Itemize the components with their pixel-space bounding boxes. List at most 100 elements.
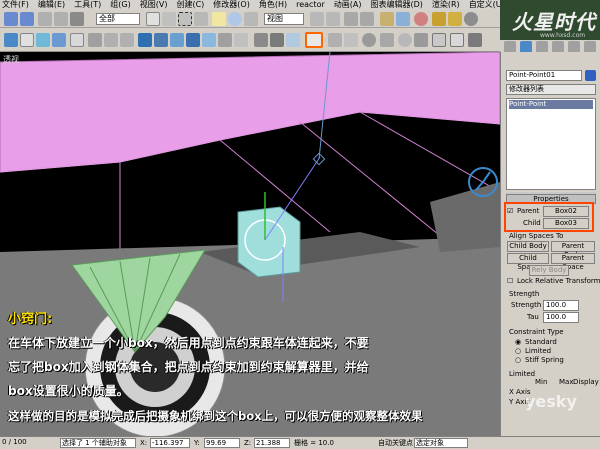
menu-item-1[interactable]: 编辑(E) xyxy=(38,0,65,10)
convexity-test-icon[interactable] xyxy=(344,33,358,47)
scene-svg xyxy=(0,52,500,436)
child-body-button[interactable]: Child Body xyxy=(507,241,549,252)
modifier-stack[interactable]: Point-Point xyxy=(506,98,596,190)
constraint-solver-icon[interactable] xyxy=(138,33,152,47)
material-editor-icon[interactable] xyxy=(414,12,428,26)
menu-item-4[interactable]: 视图(V) xyxy=(140,0,168,10)
lock-relative-checkbox[interactable]: ☐ xyxy=(507,277,513,286)
child-label: Child xyxy=(523,219,541,227)
mirror-icon[interactable] xyxy=(380,12,394,26)
perspective-viewport[interactable]: 透视 小窍门: 在车体下放建立一个小box，然后用点到点约束跟车体连起来，不要 … xyxy=(0,52,500,436)
plane-icon[interactable] xyxy=(88,33,102,47)
preview-animation-icon[interactable] xyxy=(362,33,376,47)
point-to-point-constraint-icon[interactable] xyxy=(186,33,200,47)
create-animation-icon[interactable] xyxy=(380,33,394,47)
link-icon[interactable] xyxy=(38,12,52,26)
menu-item-3[interactable]: 组(G) xyxy=(110,0,130,10)
angle-snap-icon[interactable] xyxy=(360,12,374,26)
z-label: Z: xyxy=(244,439,252,447)
frame-counter[interactable]: 0 / 100 xyxy=(2,436,27,448)
bind-space-warp-icon[interactable] xyxy=(70,12,84,26)
select-manipulate-icon[interactable] xyxy=(326,12,340,26)
motor-icon[interactable] xyxy=(270,33,284,47)
rectangular-selection-icon[interactable] xyxy=(178,12,192,26)
scale-icon[interactable] xyxy=(244,12,258,26)
menu-item-2[interactable]: 工具(T) xyxy=(74,0,101,10)
spring-icon[interactable] xyxy=(104,33,118,47)
y-coordinate-field[interactable]: 99.69 xyxy=(204,438,240,448)
undo-icon[interactable] xyxy=(4,12,18,26)
redo-icon[interactable] xyxy=(20,12,34,26)
child-space-button[interactable]: Child Space xyxy=(507,253,549,271)
cloth-collection-icon[interactable] xyxy=(20,33,34,47)
parent-checkbox[interactable]: ☑ xyxy=(507,207,513,216)
box-helper xyxy=(237,206,301,278)
tip-line-1: 在车体下放建立一个小box，然后用点到点约束跟车体连起来，不要 xyxy=(8,336,369,350)
select-object-icon[interactable] xyxy=(146,12,160,26)
viewport-label[interactable]: 透视 xyxy=(3,54,19,65)
parent-body-button[interactable]: Parent Body xyxy=(551,241,595,259)
parent-space-button[interactable]: Parent Space xyxy=(551,253,595,271)
pivot-center-icon[interactable] xyxy=(310,12,324,26)
reactor-property-editor-icon[interactable] xyxy=(398,33,412,47)
render-scene-icon[interactable] xyxy=(432,12,446,26)
rag-doll-constraint-icon[interactable] xyxy=(154,33,168,47)
tau-spinner[interactable]: 100.0 xyxy=(543,312,579,323)
x-coordinate-field[interactable]: -116.397 xyxy=(150,438,190,448)
rope-collection-icon[interactable] xyxy=(52,33,66,47)
move-icon[interactable] xyxy=(212,12,226,26)
menu-item-7[interactable]: 角色(H) xyxy=(259,0,287,10)
menu-item-10[interactable]: 图表编辑器(D) xyxy=(370,0,422,10)
snap-icon[interactable] xyxy=(344,12,358,26)
parent-pick-button[interactable]: Box02 xyxy=(543,206,589,217)
window-crossing-icon[interactable] xyxy=(194,12,208,26)
wind-icon[interactable] xyxy=(286,33,300,47)
rely-body-button[interactable]: Rely Body xyxy=(529,265,569,276)
select-by-name-icon[interactable] xyxy=(162,12,176,26)
quick-render-icon[interactable] xyxy=(448,12,462,26)
reactor-utility-icon[interactable] xyxy=(414,33,428,47)
reactor-log-icon[interactable] xyxy=(450,33,464,47)
analyze-world-icon[interactable] xyxy=(328,33,342,47)
menu-item-5[interactable]: 创建(C) xyxy=(176,0,204,10)
rotate-icon[interactable] xyxy=(228,12,242,26)
reactor-help-icon[interactable] xyxy=(468,33,482,47)
menu-item-8[interactable]: reactor xyxy=(296,0,325,10)
menu-item-0[interactable]: 文件(F) xyxy=(2,0,29,10)
reactor-options-icon[interactable] xyxy=(432,33,446,47)
menu-item-6[interactable]: 修改器(O) xyxy=(213,0,250,10)
strength-spinner[interactable]: 100.0 xyxy=(543,300,579,311)
point-path-constraint-icon[interactable] xyxy=(234,33,248,47)
limited-radio[interactable]: ○ xyxy=(515,347,521,356)
selection-filter-dropdown[interactable]: 全部 xyxy=(96,13,140,25)
water-icon[interactable] xyxy=(120,33,134,47)
grid-size: 栅格 = 10.0 xyxy=(294,439,334,447)
z-coordinate-field[interactable]: 21.388 xyxy=(254,438,290,448)
menu-item-11[interactable]: 渲染(R) xyxy=(432,0,460,10)
car-wheel-constraint-icon[interactable] xyxy=(218,33,232,47)
rigid-body-collection-icon[interactable] xyxy=(4,33,18,47)
object-name-field[interactable]: Point-Point01 xyxy=(506,70,582,81)
auto-key-button[interactable]: 自动关键点 xyxy=(378,437,413,449)
modifier-list-dropdown[interactable]: 修改器列表 xyxy=(506,84,596,95)
strength-label: Strength xyxy=(511,301,542,309)
deforming-mesh-icon[interactable] xyxy=(70,33,84,47)
prismatic-constraint-icon[interactable] xyxy=(202,33,216,47)
toy-car-icon[interactable] xyxy=(305,32,323,48)
stiff-spring-radio[interactable]: ○ xyxy=(515,356,521,365)
object-color-swatch[interactable] xyxy=(585,70,596,81)
reference-coordinate-dropdown[interactable]: 视图 xyxy=(264,13,304,25)
render-teapot-icon[interactable] xyxy=(464,12,478,26)
command-panel: Point-Point01 修改器列表 Point-Point Properti… xyxy=(500,52,600,436)
unlink-icon[interactable] xyxy=(54,12,68,26)
tip-line-2: 忘了把box加入到钢体集合，把点到点约束加到约束解算器里，并给 xyxy=(8,360,369,374)
standard-radio[interactable]: ◉ xyxy=(515,338,521,347)
soft-body-collection-icon[interactable] xyxy=(36,33,50,47)
menu-item-9[interactable]: 动画(A) xyxy=(334,0,362,10)
align-icon[interactable] xyxy=(396,12,410,26)
fracture-icon[interactable] xyxy=(254,33,268,47)
child-pick-button[interactable]: Box03 xyxy=(543,218,589,229)
hinge-constraint-icon[interactable] xyxy=(170,33,184,47)
selected-object-dropdown[interactable]: 选定对象 xyxy=(414,438,468,448)
stack-item-point-point[interactable]: Point-Point xyxy=(509,100,593,109)
